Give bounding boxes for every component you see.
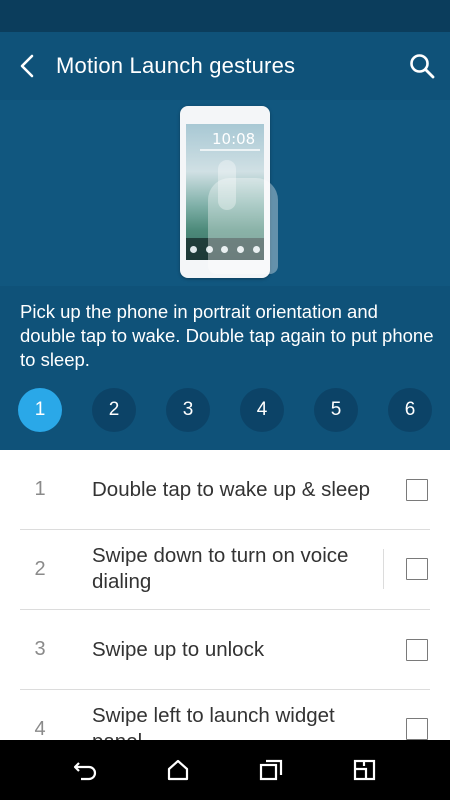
step-button-4[interactable]: 4 (240, 388, 284, 432)
step-button-1[interactable]: 1 (18, 388, 62, 432)
back-button[interactable] (0, 32, 56, 100)
gesture-number: 2 (34, 558, 46, 580)
step-button-6[interactable]: 6 (388, 388, 432, 432)
gesture-row[interactable]: 2 Swipe down to turn on voice dialing (0, 530, 450, 610)
gesture-illustration: 10:08 (0, 100, 450, 286)
phone-clock: 10:08 (212, 130, 256, 148)
nav-home-button[interactable] (162, 754, 194, 786)
status-bar (0, 0, 450, 32)
gesture-description: Pick up the phone in portrait orientatio… (20, 301, 434, 370)
step-button-2[interactable]: 2 (92, 388, 136, 432)
step-selector: 1 2 3 4 5 6 (18, 388, 432, 432)
search-icon (410, 54, 435, 79)
hand-illustration (208, 178, 278, 274)
search-button[interactable] (394, 32, 450, 100)
nav-recent-apps-button[interactable] (255, 754, 287, 786)
row-vertical-divider (383, 549, 384, 589)
gesture-row[interactable]: 4 Swipe left to launch widget panel (0, 690, 450, 740)
step-button-5[interactable]: 5 (314, 388, 358, 432)
screenshot-icon (353, 759, 376, 781)
gesture-label: Swipe down to turn on voice dialing (92, 544, 349, 593)
app-bar: Motion Launch gestures (0, 32, 450, 100)
gesture-checkbox[interactable] (406, 479, 428, 501)
phone-subtext-line (200, 149, 260, 151)
step-button-3[interactable]: 3 (166, 388, 210, 432)
gesture-label: Double tap to wake up & sleep (92, 478, 371, 501)
page-title: Motion Launch gestures (56, 53, 296, 78)
description-panel: Pick up the phone in portrait orientatio… (0, 286, 450, 450)
dock-icon (190, 245, 198, 253)
gesture-number: 4 (34, 718, 46, 740)
home-icon (167, 759, 189, 781)
navigation-bar (0, 740, 450, 800)
gesture-list: 1 Double tap to wake up & sleep 2 Swipe … (0, 450, 450, 740)
back-icon (73, 762, 97, 781)
gesture-label: Swipe left to launch widget panel (92, 704, 335, 740)
recent-apps-icon (259, 759, 283, 781)
gesture-row[interactable]: 1 Double tap to wake up & sleep (0, 450, 450, 530)
nav-back-button[interactable] (70, 754, 102, 786)
nav-screenshot-button[interactable] (349, 754, 381, 786)
gesture-checkbox[interactable] (406, 558, 428, 580)
gesture-checkbox[interactable] (406, 718, 428, 740)
gesture-checkbox[interactable] (406, 639, 428, 661)
gesture-label: Swipe up to unlock (92, 638, 265, 661)
gesture-number: 1 (34, 478, 46, 500)
gesture-row[interactable]: 3 Swipe up to unlock (0, 610, 450, 690)
chevron-left-icon (20, 54, 34, 78)
gesture-number: 3 (34, 638, 46, 660)
